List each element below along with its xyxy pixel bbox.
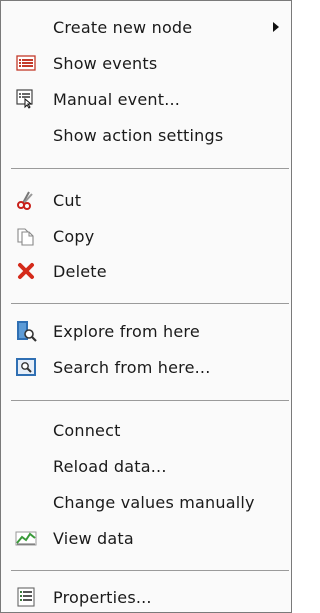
menu-item-explore-from-here[interactable]: Explore from here <box>1 317 291 345</box>
menu-item-label: Connect <box>53 420 121 440</box>
manual-event-icon <box>15 88 37 110</box>
scissors-icon <box>15 189 37 211</box>
menu-item-label: Show events <box>53 53 158 73</box>
menu-item-connect[interactable]: Connect <box>1 416 291 444</box>
menu-item-properties[interactable]: Properties... <box>1 583 291 611</box>
menu-item-label: Create new node <box>53 17 193 37</box>
menu-separator <box>11 303 289 304</box>
menu-item-label: Reload data... <box>53 456 167 476</box>
menu-item-delete[interactable]: Delete <box>1 257 291 285</box>
menu-item-show-action-settings[interactable]: Show action settings <box>1 121 291 149</box>
menu-item-label: Search from here... <box>53 357 211 377</box>
search-icon <box>15 356 37 378</box>
menu-item-label: Properties... <box>53 587 152 607</box>
context-menu: Create new node Show events Manual event… <box>0 0 292 613</box>
explore-icon <box>15 320 37 342</box>
menu-item-label: Manual event... <box>53 89 181 109</box>
menu-item-change-values-manually[interactable]: Change values manually <box>1 488 291 516</box>
menu-item-label: Copy <box>53 226 95 246</box>
menu-item-manual-event[interactable]: Manual event... <box>1 85 291 113</box>
submenu-arrow-icon <box>273 22 279 32</box>
menu-separator <box>11 400 289 401</box>
menu-item-label: Delete <box>53 261 107 281</box>
menu-item-label: View data <box>53 528 134 548</box>
menu-item-reload-data[interactable]: Reload data... <box>1 452 291 480</box>
chart-icon <box>15 527 37 549</box>
menu-item-search-from-here[interactable]: Search from here... <box>1 353 291 381</box>
properties-icon <box>15 586 37 608</box>
events-list-icon <box>15 52 37 74</box>
menu-item-label: Change values manually <box>53 492 255 512</box>
menu-item-label: Explore from here <box>53 321 200 341</box>
menu-item-label: Cut <box>53 190 82 210</box>
delete-icon <box>15 260 37 282</box>
menu-item-label: Show action settings <box>53 125 224 145</box>
menu-item-create-new-node[interactable]: Create new node <box>1 13 291 41</box>
copy-icon <box>15 225 37 247</box>
menu-separator <box>11 570 289 571</box>
menu-item-view-data[interactable]: View data <box>1 524 291 552</box>
menu-item-show-events[interactable]: Show events <box>1 49 291 77</box>
menu-separator <box>11 168 289 169</box>
menu-item-cut[interactable]: Cut <box>1 186 291 214</box>
menu-item-copy[interactable]: Copy <box>1 222 291 250</box>
